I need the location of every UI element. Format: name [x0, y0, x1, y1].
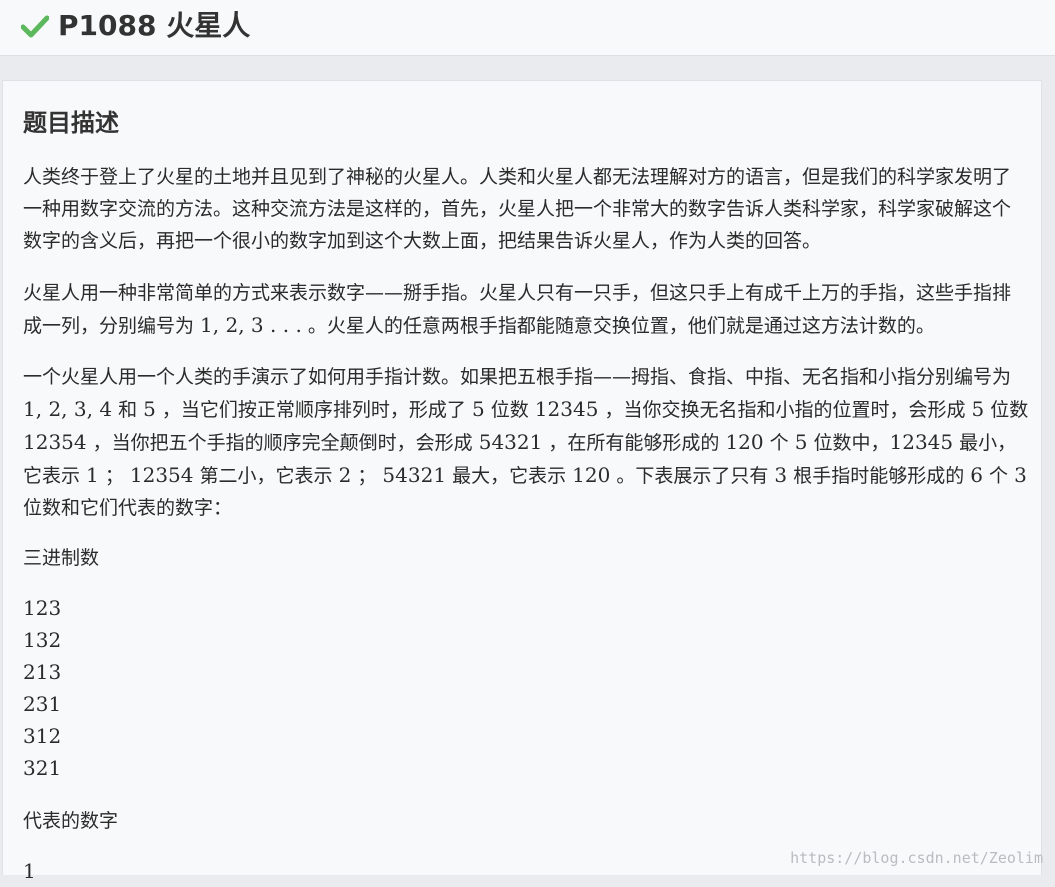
math-run: 1, 2, 3, 4 [23, 397, 113, 421]
text-run: 位数和它们代表的数字： [23, 497, 233, 519]
paragraph-counting: 一个火星人用一个人类的手演示了如何用手指计数。如果把五根手指——拇指、食指、中指… [23, 361, 1029, 524]
text-run: 第二小，它表示 [193, 465, 339, 487]
check-icon [21, 15, 49, 38]
section-heading: 题目描述 [23, 109, 119, 137]
math-run: 12345 [889, 430, 954, 454]
math-run: 1, 2, 3 . . . [200, 313, 302, 337]
paragraph-fingers: 火星人用一种非常简单的方式来表示数字——掰手指。火星人只有一只手，但这只手上有成… [23, 277, 1029, 342]
math-run: 2 [338, 463, 352, 487]
list-item: 321 [23, 756, 62, 780]
math-run: 3 [774, 463, 788, 487]
text-run: 个 [982, 465, 1015, 487]
text-run: 位数 [984, 399, 1029, 421]
math-run: 3 [1014, 463, 1027, 487]
math-run: 54321 [478, 430, 543, 454]
text-run: ； [98, 465, 130, 487]
watermark: https://blog.csdn.net/Zeolim [790, 849, 1043, 867]
math-run: 54321 [382, 463, 447, 487]
math-run: 5 [471, 397, 485, 421]
list-item: 1 [23, 859, 36, 883]
math-run: 5 [143, 397, 156, 421]
list-item: 132 [23, 628, 62, 652]
text-run: ，在所有能够形成的 [542, 432, 726, 454]
list-item: 312 [23, 724, 62, 748]
text-run: 。下表展示了只有 [610, 465, 775, 487]
math-run: 1 [86, 463, 99, 487]
text-run: 最大，它表示 [446, 465, 573, 487]
value-list: 1 [23, 855, 36, 887]
paragraph-intro: 人类终于登上了火星的土地并且见到了神秘的火星人。人类和火星人都无法理解对方的语言… [23, 166, 1012, 252]
text-run: 和 [112, 399, 144, 421]
math-run: 120 [725, 430, 764, 454]
text-run: 位数中， [807, 432, 890, 454]
math-run: 5 [971, 397, 985, 421]
ternary-list: 123 132 213 231 312 321 [23, 592, 61, 784]
text-run: ，当你交换无名指和小指的位置时，会形成 [598, 399, 972, 421]
table-label-values: 代表的数字 [23, 810, 119, 832]
text-run: ，当它们按正常顺序排列时，形成了 [155, 399, 472, 421]
text-run: 位数 [484, 399, 535, 421]
text-run: 。火星人的任意两根手指都能随意交换位置，他们就是通过这方法计数的。 [301, 315, 935, 337]
math-run: 6 [970, 463, 983, 487]
problem-description-card: 题目描述 人类终于登上了火星的土地并且见到了神秘的火星人。人类和火星人都无法理解… [2, 80, 1042, 883]
text-run: 个 [763, 432, 795, 454]
math-run: 12345 [534, 397, 599, 421]
problem-title: P1088 火星人 [58, 9, 251, 42]
text-run: 根手指时能够形成的 [787, 465, 971, 487]
problem-header: P1088 火星人 [0, 0, 1055, 56]
table-label-ternary: 三进制数 [23, 547, 100, 569]
text-run: 一个火星人用一个人类的手演示了如何用手指计数。如果把五根手指——拇指、食指、中指… [23, 366, 1012, 388]
math-run: 5 [794, 430, 808, 454]
math-run: 120 [572, 463, 611, 487]
text-run: ； [351, 465, 383, 487]
list-item: 231 [23, 692, 62, 716]
list-item: 213 [23, 660, 62, 684]
math-run: 12354 [129, 463, 194, 487]
list-item: 123 [23, 596, 62, 620]
math-run: 12354 [23, 430, 87, 454]
text-run: ，当你把五个手指的顺序完全颠倒时，会形成 [86, 432, 479, 454]
